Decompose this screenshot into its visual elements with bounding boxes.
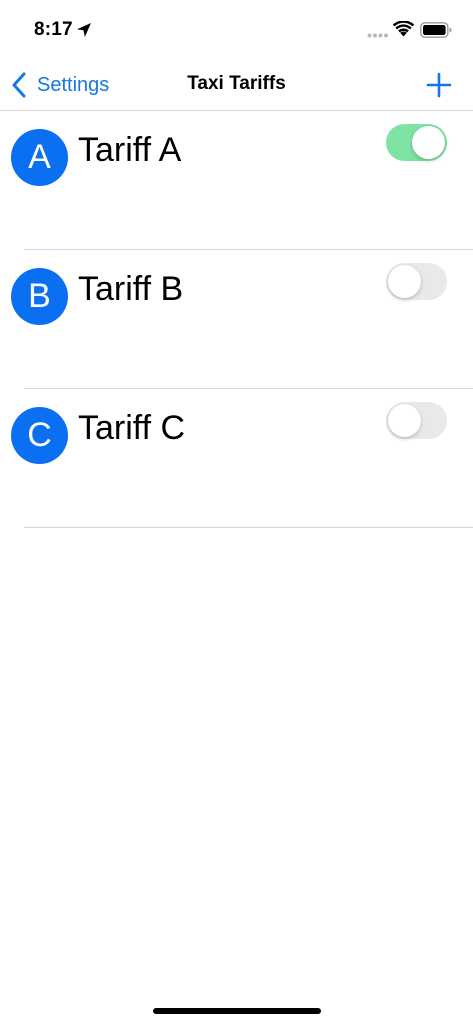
avatar-initial: B xyxy=(28,277,51,315)
toggle-knob xyxy=(388,404,421,437)
home-indicator[interactable] xyxy=(153,1008,321,1014)
tariff-name: Tariff A xyxy=(78,131,182,169)
navigation-bar: Settings Taxi Tariffs xyxy=(0,60,473,110)
tariff-toggle[interactable] xyxy=(386,263,447,300)
wifi-icon xyxy=(393,21,414,37)
avatar-initial: A xyxy=(28,138,51,176)
page-title: Taxi Tariffs xyxy=(187,73,286,94)
screen: 8:17 Settings Taxi Tariffs A Tariff A B … xyxy=(0,0,473,1024)
list-item[interactable]: B Tariff B xyxy=(0,250,473,389)
avatar: B xyxy=(11,268,68,325)
status-bar: 8:17 xyxy=(0,0,473,60)
signal-dots-icon xyxy=(367,33,388,38)
location-arrow-icon xyxy=(77,23,91,37)
tariff-toggle[interactable] xyxy=(386,124,447,161)
tariff-name: Tariff B xyxy=(78,270,184,308)
plus-icon[interactable] xyxy=(426,72,452,98)
avatar-initial: C xyxy=(27,416,52,454)
list-item[interactable]: C Tariff C xyxy=(0,389,473,528)
status-time: 8:17 xyxy=(34,19,73,40)
battery-icon xyxy=(420,22,452,38)
avatar: A xyxy=(11,129,68,186)
tariff-toggle[interactable] xyxy=(386,402,447,439)
list-item[interactable]: A Tariff A xyxy=(0,111,473,250)
toggle-knob xyxy=(412,126,445,159)
tariff-list: A Tariff A B Tariff B C Tariff C xyxy=(0,111,473,528)
tariff-name: Tariff C xyxy=(78,409,186,447)
avatar: C xyxy=(11,407,68,464)
row-divider xyxy=(24,527,473,528)
toggle-knob xyxy=(388,265,421,298)
